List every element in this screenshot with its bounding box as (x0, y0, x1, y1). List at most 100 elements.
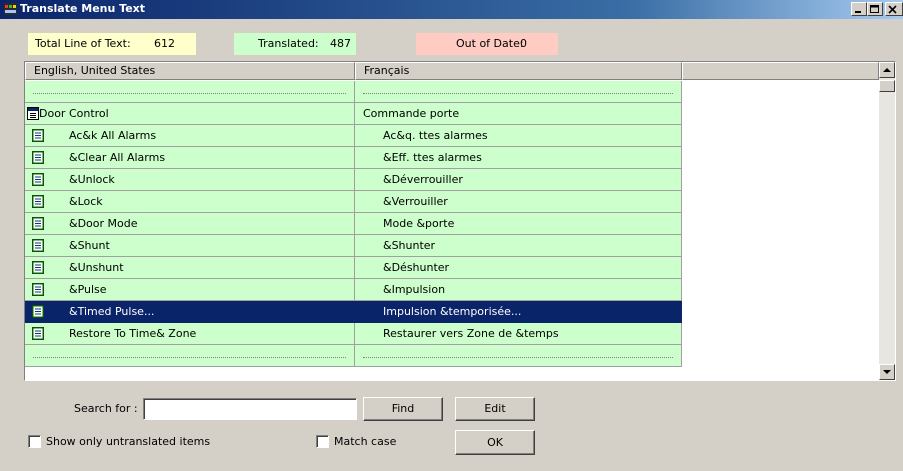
french-cell[interactable]: &Déverrouiller (355, 169, 682, 191)
menu-item-icon (32, 195, 44, 208)
ok-button[interactable]: OK (455, 430, 535, 455)
french-text: &Déverrouiller (383, 173, 463, 186)
column-header-french[interactable]: Français (355, 62, 682, 80)
english-text: &Clear All Alarms (69, 151, 166, 164)
out-of-date-label: Out of Date: (456, 37, 524, 50)
english-cell[interactable]: &Unlock (25, 169, 355, 191)
match-case-checkbox[interactable] (316, 435, 329, 448)
french-text: &Impulsion (383, 283, 446, 296)
table-row[interactable]: Ac&k All Alarms Ac&q. ttes alarmes (25, 125, 682, 147)
english-text: &Lock (69, 195, 103, 208)
title-bar: Translate Menu Text (0, 0, 903, 19)
french-text: Ac&q. ttes alarmes (383, 129, 488, 142)
french-cell[interactable] (355, 345, 682, 367)
blank-row[interactable] (25, 81, 682, 103)
table-row[interactable]: &Lock &Verrouiller (25, 191, 682, 213)
table-row[interactable]: &Unlock &Déverrouiller (25, 169, 682, 191)
scroll-down-button[interactable] (879, 364, 895, 380)
table-row[interactable]: Restore To Time& Zone Restaurer vers Zone… (25, 323, 682, 345)
english-cell[interactable] (25, 81, 355, 103)
english-text: &Unlock (69, 173, 115, 186)
french-cell[interactable]: Restaurer vers Zone de &temps (355, 323, 682, 345)
vertical-scrollbar[interactable] (879, 62, 895, 380)
english-text: &Pulse (69, 283, 107, 296)
translation-grid[interactable]: English, United States Français Door Con… (24, 61, 896, 381)
english-cell[interactable] (25, 345, 355, 367)
translated-stat: Translated: 487 (234, 33, 356, 55)
placeholder-dots (363, 93, 673, 94)
menu-item-icon (32, 217, 44, 230)
menu-item-icon (32, 129, 44, 142)
match-case-label[interactable]: Match case (334, 435, 396, 448)
arrow-down-icon (883, 370, 891, 374)
table-row[interactable]: &Door Mode Mode &porte (25, 213, 682, 235)
french-cell[interactable]: Impulsion &temporisée... (355, 301, 682, 323)
english-text: &Unshunt (69, 261, 124, 274)
english-cell[interactable]: Ac&k All Alarms (25, 125, 355, 147)
table-row[interactable]: &Shunt &Shunter (25, 235, 682, 257)
minimize-icon (855, 11, 861, 13)
show-untranslated-checkbox[interactable] (28, 435, 41, 448)
french-cell[interactable] (355, 81, 682, 103)
english-cell[interactable]: &Timed Pulse... (25, 301, 355, 323)
table-row[interactable]: Door Control Commande porte (25, 103, 682, 125)
scroll-up-button[interactable] (879, 62, 895, 78)
english-cell[interactable]: &Pulse (25, 279, 355, 301)
close-button[interactable] (885, 2, 903, 16)
placeholder-dots (33, 357, 346, 358)
english-cell[interactable]: Restore To Time& Zone (25, 323, 355, 345)
edit-button[interactable]: Edit (455, 397, 535, 421)
blank-row[interactable] (25, 345, 682, 367)
french-text: &Verrouiller (383, 195, 448, 208)
french-text: &Eff. ttes alarmes (383, 151, 482, 164)
french-cell[interactable]: Commande porte (355, 103, 682, 125)
total-lines-stat: Total Line of Text: 612 (28, 33, 196, 55)
total-lines-value: 612 (154, 37, 175, 50)
column-header-extra[interactable] (682, 62, 879, 80)
table-row[interactable]: &Clear All Alarms &Eff. ttes alarmes (25, 147, 682, 169)
english-cell[interactable]: &Door Mode (25, 213, 355, 235)
french-text: Commande porte (363, 107, 460, 120)
french-text: &Déshunter (383, 261, 450, 274)
maximize-button[interactable] (867, 2, 883, 16)
placeholder-dots (33, 93, 346, 94)
maximize-icon (870, 5, 879, 13)
menu-item-icon (32, 151, 44, 164)
english-text: Ac&k All Alarms (69, 129, 157, 142)
french-text: &Shunter (383, 239, 436, 252)
find-button[interactable]: Find (363, 397, 443, 421)
english-text: Door Control (39, 107, 109, 120)
french-text: Restaurer vers Zone de &temps (383, 327, 559, 340)
window-title: Translate Menu Text (20, 2, 146, 15)
english-cell[interactable]: &Unshunt (25, 257, 355, 279)
english-cell[interactable]: &Lock (25, 191, 355, 213)
table-row[interactable]: &Unshunt &Déshunter (25, 257, 682, 279)
table-row[interactable]: &Pulse &Impulsion (25, 279, 682, 301)
menu-item-icon (32, 305, 44, 318)
french-cell[interactable]: Mode &porte (355, 213, 682, 235)
english-cell[interactable]: &Clear All Alarms (25, 147, 355, 169)
show-untranslated-label[interactable]: Show only untranslated items (46, 435, 210, 448)
french-cell[interactable]: &Eff. ttes alarmes (355, 147, 682, 169)
arrow-up-icon (883, 68, 891, 72)
french-cell[interactable]: &Shunter (355, 235, 682, 257)
menu-item-icon (32, 261, 44, 274)
minimize-button[interactable] (851, 2, 867, 16)
close-icon (888, 5, 897, 14)
table-row[interactable]: &Timed Pulse... Impulsion &temporisée... (25, 301, 682, 323)
total-lines-label: Total Line of Text: (35, 37, 131, 50)
english-cell[interactable]: &Shunt (25, 235, 355, 257)
french-cell[interactable]: &Verrouiller (355, 191, 682, 213)
column-header-english[interactable]: English, United States (25, 62, 355, 80)
french-cell[interactable]: &Impulsion (355, 279, 682, 301)
french-cell[interactable]: Ac&q. ttes alarmes (355, 125, 682, 147)
english-text: &Timed Pulse... (69, 305, 155, 318)
translated-value: 487 (330, 37, 351, 50)
scroll-thumb[interactable] (879, 80, 895, 92)
english-cell[interactable]: Door Control (25, 103, 355, 125)
search-input[interactable] (143, 398, 357, 420)
search-label: Search for : (74, 402, 138, 415)
app-icon (4, 3, 17, 15)
french-cell[interactable]: &Déshunter (355, 257, 682, 279)
placeholder-dots (363, 357, 673, 358)
